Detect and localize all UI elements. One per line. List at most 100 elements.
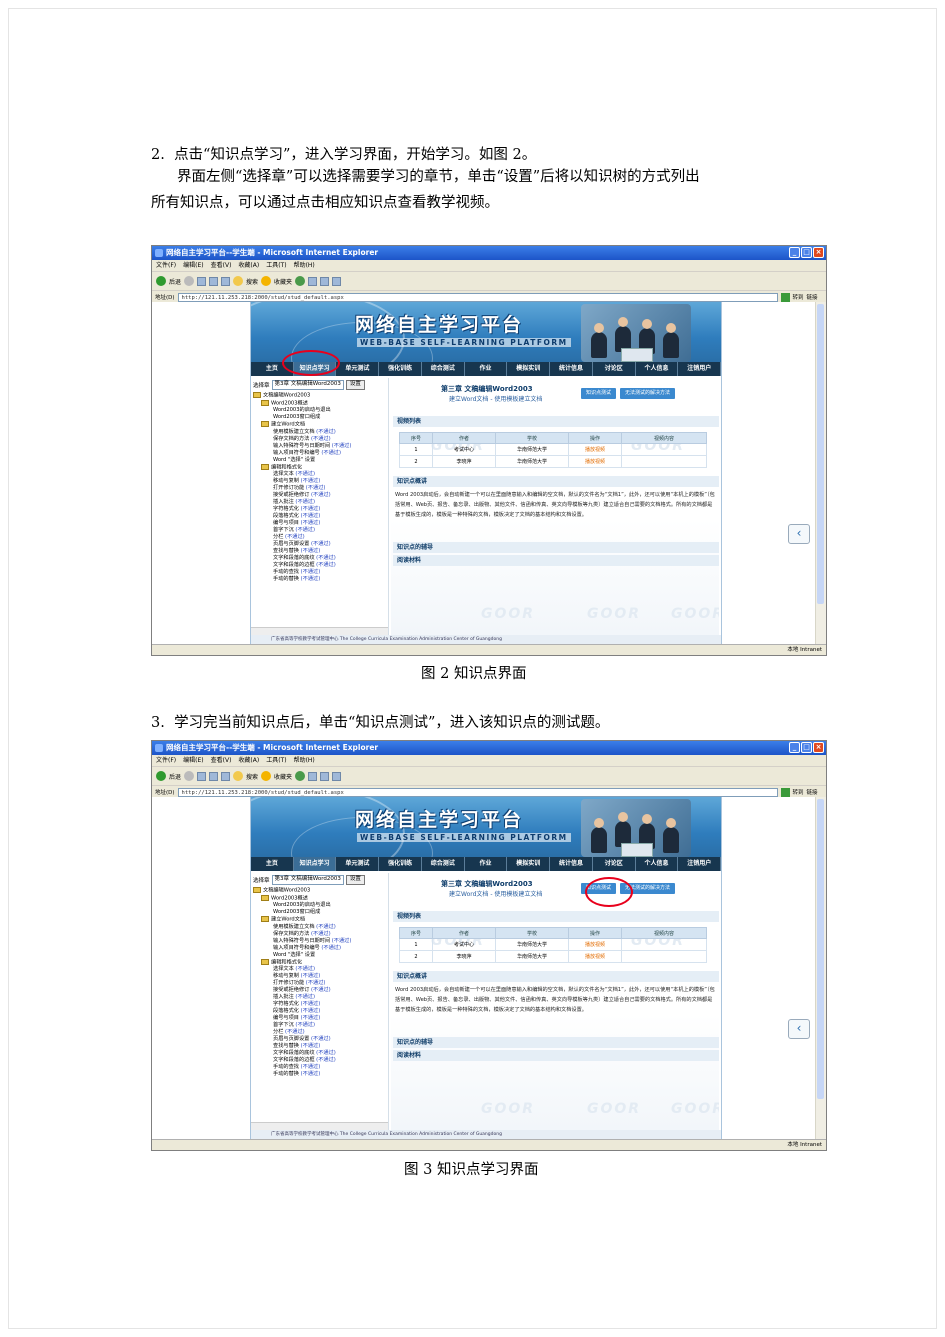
tree-item[interactable]: 分栏 (不通过) (251, 1029, 388, 1036)
tree-item[interactable]: Word "选择" 设置 (251, 952, 388, 959)
print-icon[interactable] (320, 771, 330, 781)
back-arrow-icon[interactable]: ‹ (788, 524, 810, 544)
tree-item[interactable]: Word2003概述 (251, 399, 388, 408)
nav-knowledge-study[interactable]: 知识点学习 (293, 857, 337, 871)
tree-item[interactable]: 输入特殊符号与日期时间 (不通过) (251, 443, 388, 450)
scrollbar-thumb[interactable] (817, 799, 824, 1099)
menu-view[interactable]: 查看(V) (211, 260, 232, 271)
back-icon[interactable] (156, 771, 166, 781)
tree-item[interactable]: 首字下沉 (不通过) (251, 527, 388, 534)
tree-item[interactable]: 查找与替换 (不通过) (251, 1043, 388, 1050)
scrollbar-thumb[interactable] (817, 304, 824, 604)
back-label[interactable]: 后退 (169, 277, 181, 286)
tree-item[interactable]: 文稿编辑Word2003 (251, 392, 388, 400)
refresh-icon[interactable] (209, 276, 219, 286)
stop-icon[interactable] (197, 771, 207, 781)
tree-item[interactable]: 使用模板建立文档 (不通过) (251, 924, 388, 931)
tree-item[interactable]: Word2003窗口组成 (251, 414, 388, 421)
tree-item[interactable]: 段落格式化 (不通过) (251, 1008, 388, 1015)
nav-training[interactable]: 强化训练 (379, 362, 422, 376)
vertical-scrollbar[interactable] (815, 797, 826, 1140)
tree-item[interactable]: Word2003窗口组成 (251, 909, 388, 916)
go-button[interactable]: 转到 (793, 788, 804, 796)
home-icon[interactable] (221, 771, 231, 781)
refresh-icon[interactable] (209, 771, 219, 781)
nav-statistics[interactable]: 统计信息 (550, 362, 593, 376)
tree-item[interactable]: 编辑和格式化 (251, 958, 388, 967)
favorites-label[interactable]: 收藏夹 (274, 277, 292, 286)
links-label[interactable]: 链接 (807, 788, 818, 796)
setup-button[interactable]: 设置 (345, 875, 365, 885)
tree-item[interactable]: 文稿编辑Word2003 (251, 887, 388, 895)
back-label[interactable]: 后退 (169, 772, 181, 781)
star-icon[interactable] (261, 276, 272, 286)
tree-item[interactable]: 页眉与页脚设置 (不通过) (251, 541, 388, 548)
tree-item[interactable]: 文字和段落的底纹 (不通过) (251, 1050, 388, 1057)
nav-logout[interactable]: 注销用户 (678, 857, 722, 871)
links-label[interactable]: 链接 (807, 293, 818, 301)
tree-item[interactable]: 接受或拒绝修订 (不通过) (251, 987, 388, 994)
forward-icon[interactable] (184, 276, 195, 286)
nav-profile[interactable]: 个人信息 (636, 857, 679, 871)
nav-statistics[interactable]: 统计信息 (550, 857, 593, 871)
menu-help[interactable]: 帮助(H) (294, 260, 315, 271)
play-video-link[interactable]: 播放视频 (568, 443, 622, 456)
tree-item[interactable]: 查找与替换 (不通过) (251, 548, 388, 555)
nav-profile[interactable]: 个人信息 (636, 362, 679, 376)
tree-item[interactable]: 建立Word文档 (251, 916, 388, 924)
nav-homework[interactable]: 作业 (465, 362, 508, 376)
tree-item[interactable]: 输入特殊符号与日期时间 (不通过) (251, 938, 388, 945)
tree-item[interactable]: 移动与复制 (不通过) (251, 478, 388, 485)
tree-item[interactable]: 页眉与页脚设置 (不通过) (251, 1036, 388, 1043)
tree-item[interactable]: 打开修订功能 (不通过) (251, 485, 388, 492)
forward-icon[interactable] (184, 771, 195, 781)
menu-file[interactable]: 文件(F) (156, 755, 176, 766)
sidebar-scrollbar[interactable] (251, 1122, 388, 1130)
nav-unit-test[interactable]: 单元测试 (336, 857, 380, 871)
sidebar-scrollbar[interactable] (251, 627, 388, 635)
chapter-select[interactable]: 第3章 文稿编辑Word2003 (271, 380, 344, 390)
tree-item[interactable]: 插入批注 (不通过) (251, 994, 388, 1001)
nav-comprehensive-test[interactable]: 综合测试 (422, 362, 465, 376)
tree-item[interactable]: 手动的查找 (不通过) (251, 569, 388, 576)
test-solution-button[interactable]: 无法测试的解决方法 (620, 388, 676, 399)
search-icon[interactable] (233, 276, 244, 286)
tree-item[interactable]: 编号与项目 (不通过) (251, 1015, 388, 1022)
home-icon[interactable] (221, 276, 231, 286)
address-input[interactable]: http://121.11.253.218:2000/stud/stud_def… (177, 292, 778, 302)
tree-item[interactable]: 使用模板建立文档 (不通过) (251, 429, 388, 436)
mail-icon[interactable] (308, 771, 318, 781)
tree-item[interactable]: 选择文本 (不通过) (251, 471, 388, 478)
vertical-scrollbar[interactable] (815, 302, 826, 645)
play-video-link[interactable]: 播放视频 (568, 938, 622, 951)
tree-item[interactable]: 分栏 (不通过) (251, 534, 388, 541)
nav-logout[interactable]: 注销用户 (678, 362, 722, 376)
tree-item[interactable]: 接受或拒绝修订 (不通过) (251, 492, 388, 499)
nav-comprehensive-test[interactable]: 综合测试 (422, 857, 465, 871)
favorites-label[interactable]: 收藏夹 (274, 772, 292, 781)
tree-item[interactable]: 首字下沉 (不通过) (251, 1022, 388, 1029)
tree-item[interactable]: 手动的替换 (不通过) (251, 576, 388, 583)
history-icon[interactable] (295, 771, 306, 781)
tree-item[interactable]: 文字和段落的边框 (不通过) (251, 1057, 388, 1064)
close-button[interactable]: × (813, 742, 824, 753)
go-arrow-icon[interactable] (780, 292, 790, 302)
tree-item[interactable]: 手动的替换 (不通过) (251, 1071, 388, 1078)
nav-home[interactable]: 主页 (251, 857, 294, 871)
chapter-select[interactable]: 第3章 文稿编辑Word2003 (271, 875, 344, 885)
play-video-link[interactable]: 播放视频 (568, 950, 622, 963)
history-icon[interactable] (295, 276, 306, 286)
menu-edit[interactable]: 编辑(E) (183, 260, 203, 271)
back-icon[interactable] (156, 276, 166, 286)
star-icon[interactable] (261, 771, 272, 781)
tree-item[interactable]: Word2003概述 (251, 894, 388, 903)
nav-simulation[interactable]: 模拟实训 (507, 857, 551, 871)
menu-favorites[interactable]: 收藏(A) (238, 755, 259, 766)
mail-icon[interactable] (308, 276, 318, 286)
tree-item[interactable]: 输入项目符号和编号 (不通过) (251, 450, 388, 457)
tree-item[interactable]: 编号与项目 (不通过) (251, 520, 388, 527)
maximize-button[interactable]: □ (801, 742, 812, 753)
menu-tools[interactable]: 工具(T) (266, 755, 286, 766)
edit-icon[interactable] (332, 276, 342, 286)
address-input[interactable]: http://121.11.253.218:2000/stud/stud_def… (177, 787, 778, 797)
